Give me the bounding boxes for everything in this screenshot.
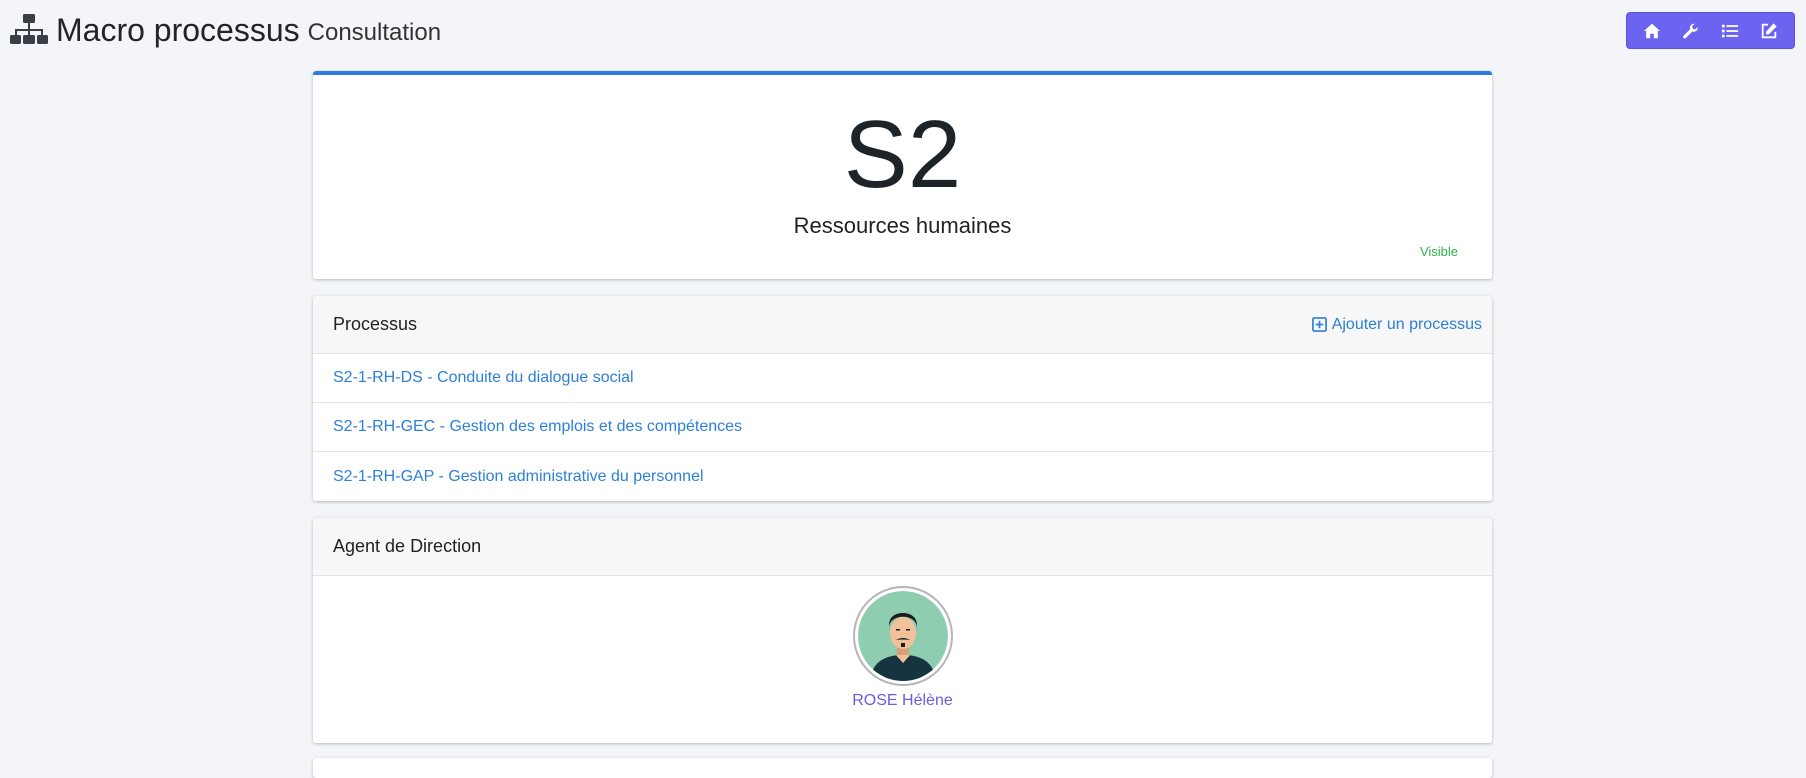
home-icon xyxy=(1644,23,1661,38)
edit-icon xyxy=(1761,22,1777,38)
avatar[interactable] xyxy=(852,586,953,686)
page-subtitle: Consultation xyxy=(307,19,442,46)
processus-card-header: Processus Ajouter un processus xyxy=(313,296,1492,354)
edit-button[interactable] xyxy=(1754,16,1784,46)
wrench-icon xyxy=(1683,23,1698,38)
agent-card-header: Agent de Direction xyxy=(313,518,1492,576)
avatar-icon xyxy=(857,591,948,681)
processus-card: Processus Ajouter un processus S2-1-RH-D… xyxy=(313,296,1492,501)
agent-card: Agent de Direction ROSE Hélène xyxy=(313,518,1492,743)
list-item: S2-1-RH-DS - Conduite du dialogue social xyxy=(313,354,1492,403)
page-header: Macro processus Consultation xyxy=(10,10,441,50)
add-processus-label: Ajouter un processus xyxy=(1331,315,1482,333)
processus-list: S2-1-RH-DS - Conduite du dialogue social… xyxy=(313,354,1492,501)
macro-summary-card: S2 Ressources humaines Visible xyxy=(313,71,1492,279)
sitemap-icon xyxy=(10,14,48,44)
processus-title: Processus xyxy=(333,314,418,334)
macro-label: Ressources humaines xyxy=(793,213,1012,238)
agent-body: ROSE Hélène xyxy=(313,576,1492,710)
list-button[interactable] xyxy=(1715,16,1745,46)
list-item: S2-1-RH-GAP - Gestion administrative du … xyxy=(313,452,1492,501)
processus-link[interactable]: S2-1-RH-DS - Conduite du dialogue social xyxy=(333,369,634,387)
plus-square-icon xyxy=(1311,317,1327,332)
list-item: S2-1-RH-GEC - Gestion des emplois et des… xyxy=(313,403,1492,452)
agent-name-link[interactable]: ROSE Hélène xyxy=(852,692,953,710)
page-title: Macro processus xyxy=(56,11,300,48)
toolbar xyxy=(1626,12,1795,49)
processus-link[interactable]: S2-1-RH-GAP - Gestion administrative du … xyxy=(333,468,704,486)
list-icon xyxy=(1721,24,1738,37)
visibility-badge: Visible xyxy=(1419,244,1458,259)
macro-code: S2 xyxy=(843,101,962,208)
home-button[interactable] xyxy=(1637,16,1667,46)
processus-link[interactable]: S2-1-RH-GEC - Gestion des emplois et des… xyxy=(333,418,742,436)
agent-title: Agent de Direction xyxy=(333,536,482,556)
next-card xyxy=(313,758,1492,778)
settings-button[interactable] xyxy=(1676,16,1706,46)
add-processus-link[interactable]: Ajouter un processus xyxy=(1311,315,1482,334)
